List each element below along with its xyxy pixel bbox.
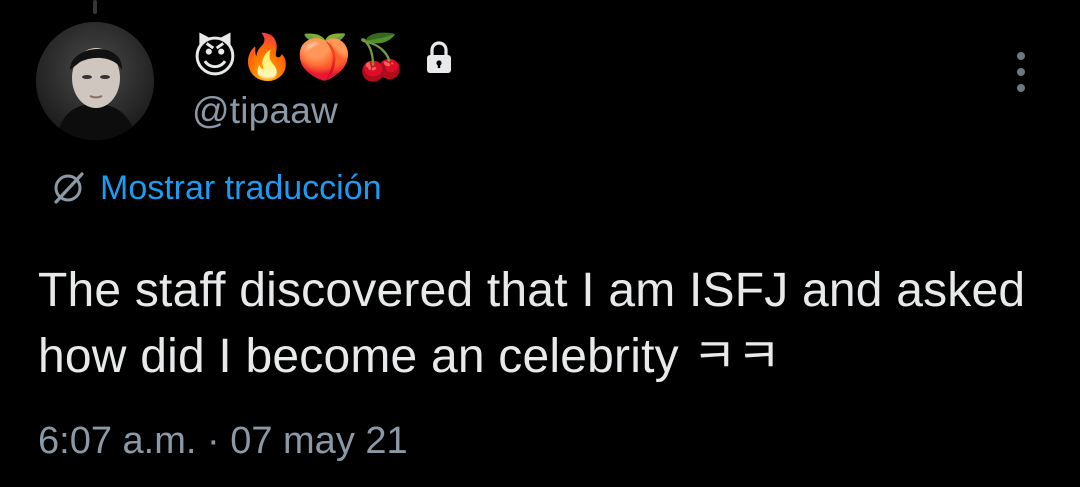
thread-line	[93, 0, 97, 14]
tweet: 😈 🔥 🍑 🍒 @tipaaw Mostrar traducción The s…	[0, 0, 1080, 487]
show-translation-label: Mostrar traducción	[100, 168, 382, 207]
peach-icon: 🍑	[296, 32, 352, 83]
cherries-icon: 🍒	[353, 32, 409, 83]
display-name[interactable]: 😈 🔥 🍑 🍒	[192, 30, 454, 86]
separator: ·	[206, 420, 220, 462]
fire-icon: 🔥	[239, 32, 295, 83]
tweet-text: The staff discovered that I am ISFJ and …	[38, 264, 1026, 383]
smiling-devil-icon: 😈	[192, 32, 238, 83]
tweet-date: 07 may 21	[230, 420, 408, 462]
tweet-timestamp[interactable]: 6:07 a.m. · 07 may 21	[38, 420, 408, 463]
tweet-header: 😈 🔥 🍑 🍒 @tipaaw	[192, 30, 454, 132]
globe-slash-icon	[48, 168, 88, 208]
show-translation-link[interactable]: Mostrar traducción	[48, 168, 382, 208]
more-options-icon[interactable]	[1012, 52, 1030, 92]
tweet-time: 6:07 a.m.	[38, 420, 197, 462]
avatar[interactable]	[36, 22, 154, 140]
lock-icon	[424, 41, 454, 75]
user-handle[interactable]: @tipaaw	[192, 90, 454, 132]
avatar-photo	[36, 22, 154, 140]
